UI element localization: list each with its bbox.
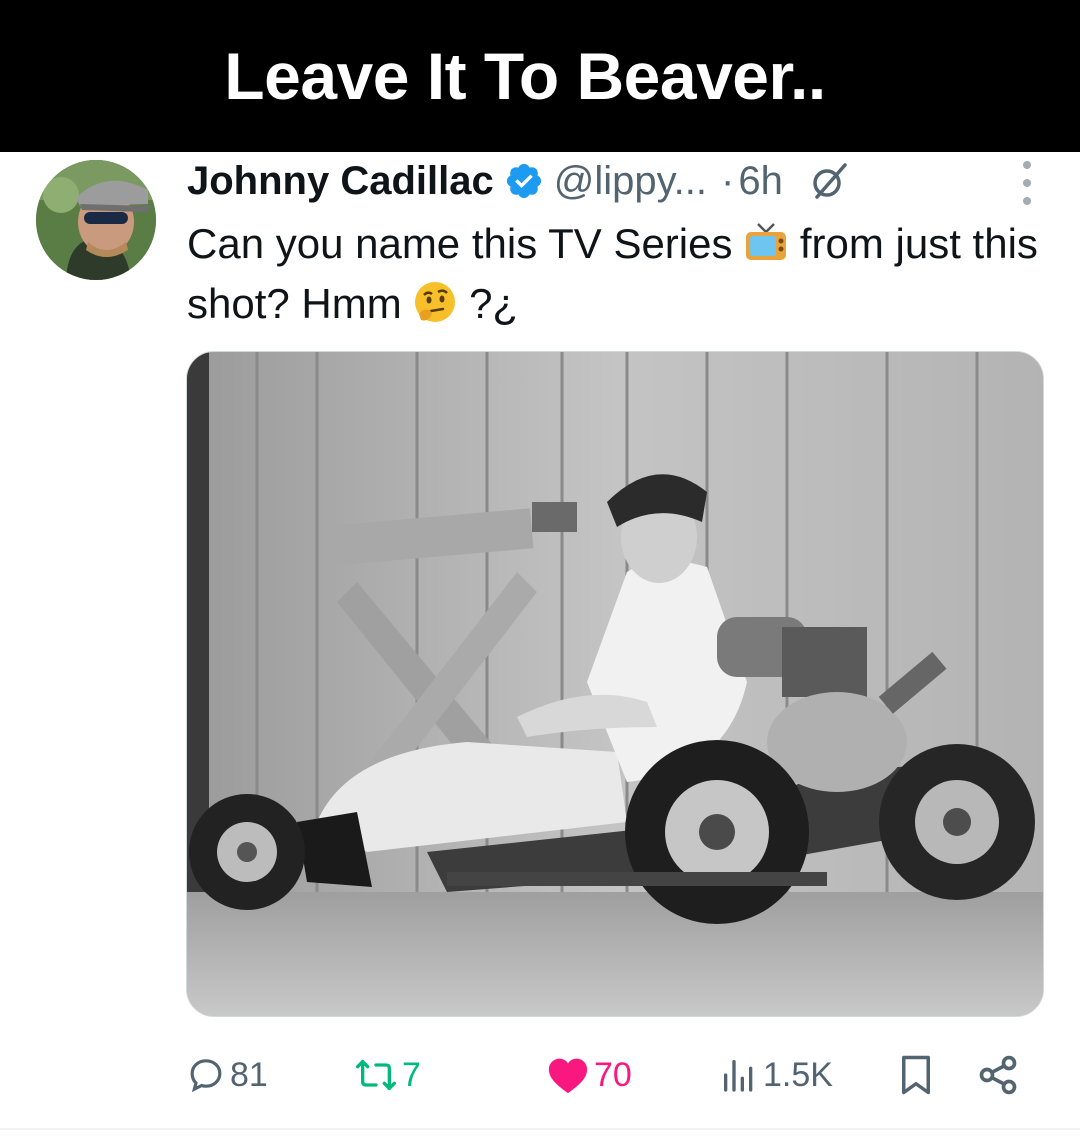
author-name[interactable]: Johnny Cadillac bbox=[187, 159, 494, 204]
reply-button[interactable]: 81 bbox=[186, 1048, 268, 1102]
meme-banner: Leave It To Beaver.. bbox=[0, 0, 1080, 152]
reply-count: 81 bbox=[230, 1055, 268, 1094]
post-text-part1: Can you name this TV Series bbox=[187, 220, 733, 267]
repost-button[interactable]: 7 bbox=[354, 1048, 421, 1102]
reply-icon bbox=[186, 1055, 226, 1095]
share-button[interactable] bbox=[976, 1048, 1020, 1102]
views-button[interactable]: 1.5K bbox=[719, 1048, 833, 1102]
share-icon bbox=[976, 1053, 1020, 1097]
thinking-face-emoji-icon bbox=[413, 280, 457, 324]
author-handle[interactable]: @lippy... bbox=[554, 159, 707, 204]
post-text: Can you name this TV Series from just th… bbox=[187, 214, 1057, 334]
divider bbox=[0, 1128, 1080, 1130]
post-header: Johnny Cadillac @lippy... · 6h bbox=[187, 156, 1057, 206]
action-bar: 81 7 70 1.5K bbox=[186, 1048, 1026, 1102]
grok-icon[interactable] bbox=[809, 161, 849, 201]
post-time[interactable]: 6h bbox=[738, 159, 783, 204]
views-icon bbox=[719, 1055, 759, 1095]
like-button[interactable]: 70 bbox=[546, 1048, 632, 1102]
bookmark-button[interactable] bbox=[898, 1048, 934, 1102]
bookmark-icon bbox=[898, 1054, 934, 1096]
separator-dot: · bbox=[721, 158, 735, 203]
tv-emoji-icon bbox=[744, 220, 788, 264]
like-icon bbox=[546, 1055, 590, 1095]
post-text-part3: ?¿ bbox=[469, 280, 519, 327]
post-image[interactable] bbox=[186, 351, 1044, 1017]
repost-icon bbox=[354, 1055, 398, 1095]
repost-count: 7 bbox=[402, 1055, 421, 1094]
avatar[interactable] bbox=[36, 160, 156, 280]
views-count: 1.5K bbox=[763, 1055, 833, 1094]
banner-title: Leave It To Beaver.. bbox=[224, 39, 826, 113]
more-icon[interactable] bbox=[1017, 161, 1037, 205]
like-count: 70 bbox=[594, 1055, 632, 1094]
verified-badge-icon bbox=[504, 161, 544, 201]
